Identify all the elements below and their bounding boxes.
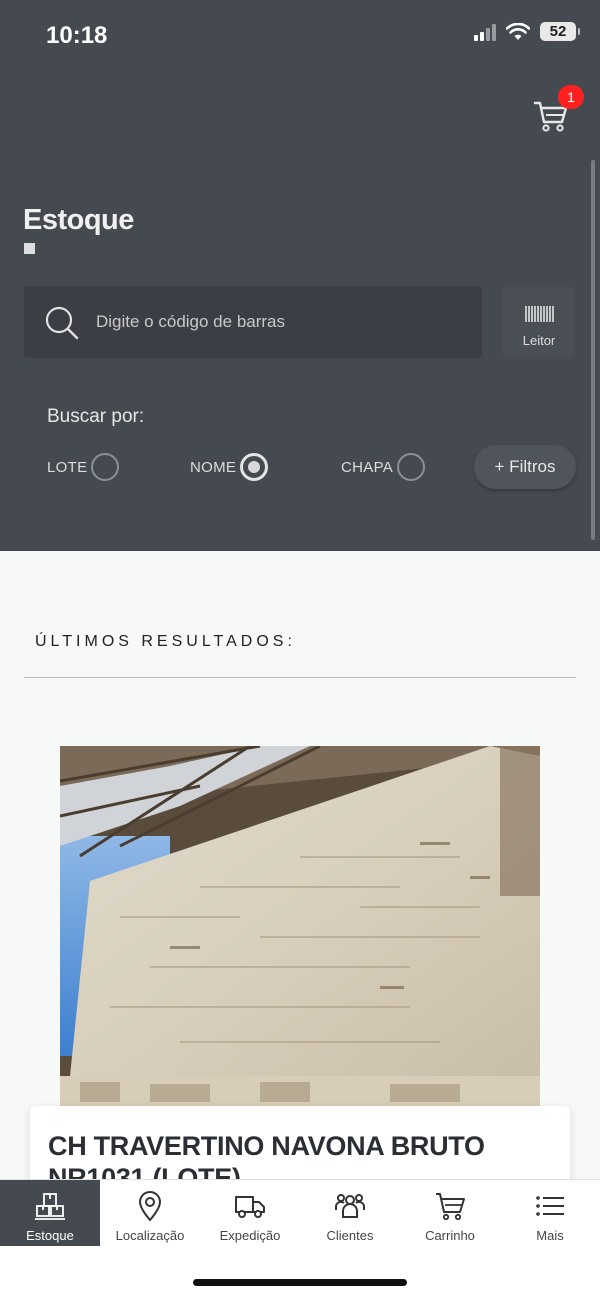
barcode-icon (525, 306, 554, 322)
option-lote-radio[interactable] (91, 453, 119, 481)
menu-icon (536, 1196, 564, 1216)
filters-button[interactable]: + Filtros (474, 445, 576, 489)
people-icon (335, 1194, 365, 1218)
search-icon (45, 306, 79, 340)
title-underline-mark (24, 243, 35, 254)
tab-estoque-label: Estoque (26, 1228, 74, 1243)
option-chapa-label[interactable]: CHAPA (341, 459, 393, 476)
signal-icon (474, 23, 496, 41)
option-nome-label[interactable]: NOME (190, 459, 236, 476)
tab-mais[interactable]: Mais (500, 1180, 600, 1246)
tab-localizacao-label: Localização (115, 1228, 185, 1243)
results-section-title: ÚLTIMOS RESULTADOS: (35, 633, 296, 650)
option-lote-label[interactable]: LOTE (47, 459, 87, 476)
header: 10:18 52 1 Estoque Leitor Buscar (0, 0, 600, 551)
reader-label: Leitor (522, 333, 556, 348)
tab-expedicao-label: Expedição (219, 1228, 281, 1243)
status-icons: 52 (474, 22, 580, 41)
scrollbar[interactable] (591, 160, 595, 540)
page-title: Estoque (23, 204, 134, 236)
tab-expedicao[interactable]: Expedição (200, 1180, 300, 1246)
tab-carrinho-label: Carrinho (425, 1228, 475, 1243)
product-image[interactable] (60, 746, 540, 1106)
tab-clientes[interactable]: Clientes (300, 1180, 400, 1246)
battery-icon: 52 (540, 22, 580, 41)
boxes-icon (35, 1193, 65, 1220)
home-indicator (193, 1279, 407, 1286)
option-nome-radio[interactable] (240, 453, 268, 481)
cart-badge: 1 (558, 85, 584, 109)
truck-icon (235, 1196, 265, 1218)
status-time: 10:18 (46, 22, 108, 49)
option-chapa-radio[interactable] (397, 453, 425, 481)
tab-carrinho[interactable]: Carrinho (400, 1180, 500, 1246)
wifi-icon (506, 22, 530, 40)
tab-mais-label: Mais (536, 1228, 564, 1243)
location-pin-icon (138, 1191, 162, 1222)
tab-estoque[interactable]: Estoque (0, 1180, 100, 1246)
tab-clientes-label: Clientes (326, 1228, 374, 1243)
barcode-search-input[interactable] (96, 308, 456, 336)
search-by-label: Buscar por: (47, 406, 145, 427)
tab-localizacao[interactable]: Localização (100, 1180, 200, 1246)
cart-icon (436, 1193, 465, 1221)
divider (24, 677, 576, 678)
